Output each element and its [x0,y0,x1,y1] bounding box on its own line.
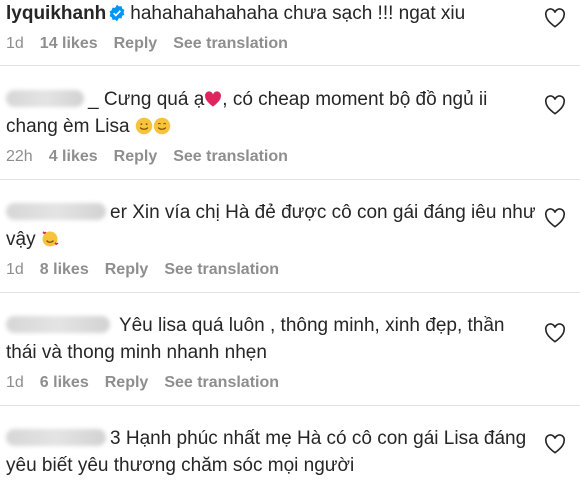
red-heart-emoji-icon [205,91,222,107]
comment-time[interactable]: 1d [6,374,24,391]
comment-username-suffix: 3 [110,428,121,449]
likes-count[interactable]: 14 likes [40,35,98,52]
like-heart-icon[interactable] [544,8,566,28]
divider [0,405,580,406]
like-heart-icon[interactable] [544,208,566,228]
comment-time[interactable]: 22h [6,148,33,165]
comment-body: hahahahahahaha chưa sạch !!! ngat xiu [130,3,466,24]
comment-body: Cưng quá ạ [103,89,205,110]
divider [0,292,580,293]
verified-badge-icon [109,4,125,22]
reply-button[interactable]: Reply [105,374,149,391]
comment-username-suffix: er [110,202,127,223]
comment-time[interactable]: 1d [6,35,24,52]
comment-meta: 1d 8 likes Reply See translation [6,261,295,279]
reply-button[interactable]: Reply [114,35,158,52]
comment-text: 3 Hạnh phúc nhất mẹ Hà có cô con gái Lis… [6,425,536,479]
smiling-face-emoji-icon [153,117,171,135]
comment-username-suffix: _ [88,89,99,110]
comment-username[interactable]: lyquikhanh [6,3,106,24]
blurred-username [6,429,106,446]
likes-count[interactable]: 6 likes [40,374,89,391]
blurred-username [6,90,84,107]
see-translation-button[interactable]: See translation [164,261,279,278]
see-translation-button[interactable]: See translation [164,374,279,391]
comment-text: Yêu lisa quá luôn , thông minh, xinh đẹp… [6,312,536,366]
like-heart-icon[interactable] [544,95,566,115]
divider [0,179,580,180]
likes-count[interactable]: 8 likes [40,261,89,278]
comment-time[interactable]: 1d [6,261,24,278]
like-heart-icon[interactable] [544,323,566,343]
comment-meta: 1d 6 likes Reply See translation [6,374,295,392]
reply-button[interactable]: Reply [114,148,158,165]
see-translation-button[interactable]: See translation [173,35,288,52]
comment-meta: 1d 14 likes Reply See translation [6,35,304,53]
smiling-face-with-hearts-emoji-icon [42,231,59,247]
comment-text: lyquikhanh hahahahahahaha chưa sạch !!! n… [6,0,536,27]
see-translation-button[interactable]: See translation [173,148,288,165]
reply-button[interactable]: Reply [105,261,149,278]
likes-count[interactable]: 4 likes [49,148,98,165]
smiling-face-emoji-icon [135,117,153,135]
blurred-username [6,316,110,333]
like-heart-icon[interactable] [544,434,566,454]
comment-text: _ Cưng quá ạ, có cheap moment bộ đồ ngủ … [6,86,536,140]
blurred-username [6,203,106,220]
comment-text: er Xin vía chị Hà đẻ được cô con gái đán… [6,199,536,253]
divider [0,65,580,66]
comment-meta: 22h 4 likes Reply See translation [6,148,304,166]
